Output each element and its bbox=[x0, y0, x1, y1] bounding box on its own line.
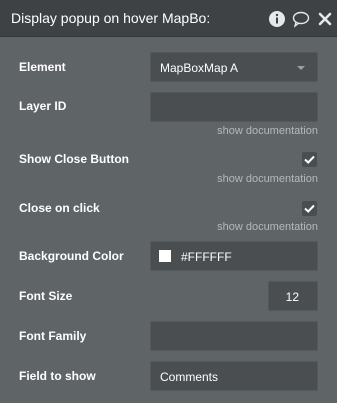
show-close-button-checkbox[interactable] bbox=[302, 152, 317, 167]
close-icon[interactable] bbox=[316, 10, 334, 28]
close-on-click-checkbox[interactable] bbox=[302, 201, 317, 216]
color-swatch[interactable] bbox=[159, 250, 171, 262]
background-color-value: #FFFFFF bbox=[181, 250, 232, 264]
field-to-show-input[interactable]: Comments bbox=[150, 361, 318, 391]
chevron-down-icon bbox=[297, 66, 305, 70]
font-size-input[interactable]: 12 bbox=[268, 281, 318, 311]
font-size-label: Font Size bbox=[19, 289, 73, 303]
checkmark-icon bbox=[304, 155, 315, 164]
show-close-button-label: Show Close Button bbox=[19, 152, 129, 166]
show-close-button-doc-link[interactable]: show documentation bbox=[217, 173, 318, 185]
element-dropdown[interactable]: MapBoxMap A bbox=[150, 52, 318, 82]
comment-icon[interactable] bbox=[292, 10, 310, 28]
font-size-value: 12 bbox=[285, 290, 299, 304]
layer-id-doc-link[interactable]: show documentation bbox=[217, 125, 318, 137]
background-color-picker[interactable]: #FFFFFF bbox=[150, 241, 318, 271]
info-icon[interactable] bbox=[268, 10, 286, 28]
field-to-show-label: Field to show bbox=[19, 369, 96, 383]
background-color-label: Background Color bbox=[19, 249, 124, 263]
close-on-click-doc-link[interactable]: show documentation bbox=[217, 221, 318, 233]
popup-header: Display popup on hover MapBo: bbox=[0, 0, 337, 37]
layer-id-label: Layer ID bbox=[19, 99, 67, 113]
layer-id-input[interactable] bbox=[150, 92, 318, 122]
checkmark-icon bbox=[304, 204, 315, 213]
element-label: Element bbox=[19, 60, 66, 74]
panel-title: Display popup on hover MapBo: bbox=[11, 10, 211, 26]
font-family-input[interactable] bbox=[150, 321, 318, 351]
field-to-show-value: Comments bbox=[160, 370, 219, 384]
close-on-click-label: Close on click bbox=[19, 201, 100, 215]
element-value: MapBoxMap A bbox=[160, 61, 239, 75]
font-family-label: Font Family bbox=[19, 329, 87, 343]
